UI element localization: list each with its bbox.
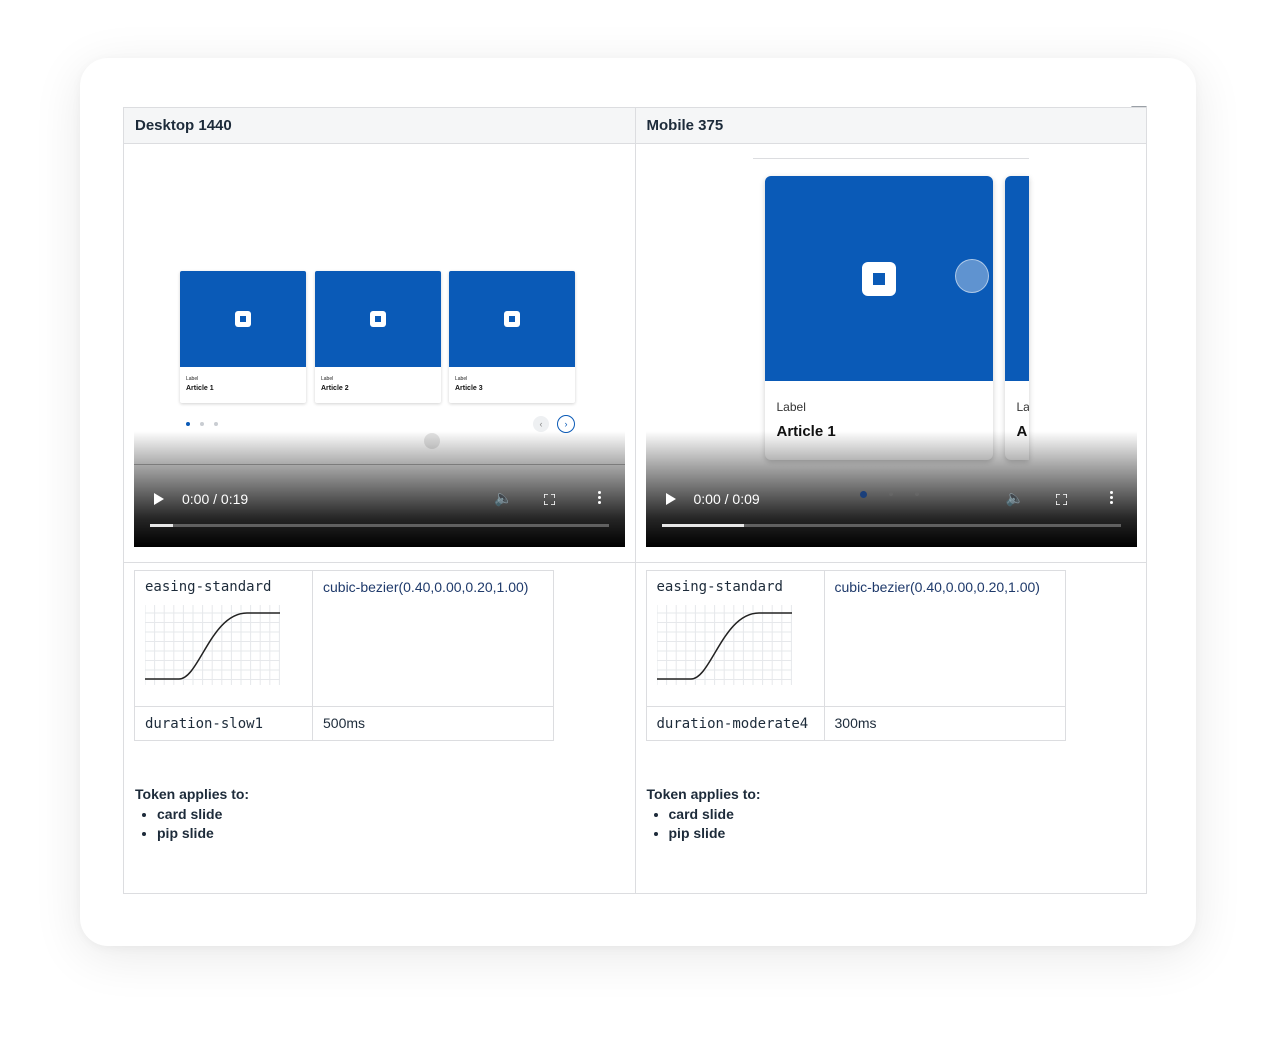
applies-heading: Token applies to: xyxy=(135,786,250,802)
card-title: Article 3 xyxy=(455,385,483,392)
list-item: pip slide xyxy=(157,825,222,841)
preview-card: Label Article 1 xyxy=(180,271,306,403)
easing-value-cell: cubic-bezier(0.40,0.00,0.20,1.00) xyxy=(823,570,1066,707)
brand-logo-icon xyxy=(861,261,896,296)
preview-card: Label Article 1 xyxy=(764,176,993,460)
desktop-tokens-cell: easing-standard cubic-bezier(0.40,0.00,0… xyxy=(123,562,636,894)
token-table: easing-standard cubic-bezier(0.40,0.00,0… xyxy=(134,570,554,741)
list-item: card slide xyxy=(669,806,734,822)
duration-token-value: 300ms xyxy=(834,714,877,731)
duration-value-cell: 500ms xyxy=(312,706,554,741)
duration-cell: duration-moderate4 xyxy=(645,706,825,741)
list-item: card slide xyxy=(157,806,222,822)
divider xyxy=(752,158,1029,159)
video-progress-bar[interactable] xyxy=(150,524,609,527)
easing-cell: easing-standard xyxy=(645,570,825,707)
card-image xyxy=(180,271,306,367)
prev-arrow-icon: ‹ xyxy=(533,416,549,432)
token-table: easing-standard cubic-bezier(0.40,0.00,0… xyxy=(645,570,1066,741)
applies-heading: Token applies to: xyxy=(646,786,761,802)
volume-icon[interactable]: 🔈 xyxy=(494,489,513,507)
mobile-video-cell: Label Article 1 La A 0:00 / 0:09 🔈 xyxy=(634,143,1147,563)
card-label: Label xyxy=(321,376,334,382)
duration-token-name: duration-slow1 xyxy=(145,715,264,732)
card-title: Article 2 xyxy=(321,385,349,392)
duration-token-value: 500ms xyxy=(323,714,366,731)
card-label: Label xyxy=(455,376,468,382)
video-controls-overlay xyxy=(645,431,1137,547)
preview-card: Label Article 3 xyxy=(449,271,575,403)
carousel-dots xyxy=(186,422,218,426)
brand-logo-icon xyxy=(235,311,251,327)
card-label: La xyxy=(1016,400,1029,414)
card-title: Article 1 xyxy=(186,385,214,392)
desktop-video-cell: Label Article 1 Label Article 2 Label Ar… xyxy=(123,143,636,563)
token-comparison-table: Desktop 1440 Mobile 375 Label Article 1 … xyxy=(123,107,1147,894)
video-controls-overlay xyxy=(134,431,625,547)
easing-curve-graph xyxy=(145,605,280,685)
video-time: 0:00 / 0:09 xyxy=(693,491,760,507)
progress-fill xyxy=(661,524,745,527)
video-time: 0:00 / 0:19 xyxy=(182,491,249,507)
card-image xyxy=(449,271,575,367)
desktop-video-player[interactable]: Label Article 1 Label Article 2 Label Ar… xyxy=(134,151,625,547)
mobile-tokens-cell: easing-standard cubic-bezier(0.40,0.00,0… xyxy=(634,562,1147,894)
preview-card-partial: La A xyxy=(1004,176,1029,460)
fullscreen-icon[interactable] xyxy=(1055,494,1067,505)
easing-token-value: cubic-bezier(0.40,0.00,0.20,1.00) xyxy=(323,579,529,595)
play-icon[interactable] xyxy=(154,493,164,505)
volume-icon[interactable]: 🔈 xyxy=(1006,489,1025,507)
brand-logo-icon xyxy=(370,311,386,327)
easing-token-name: easing-standard xyxy=(145,579,272,595)
duration-cell: duration-slow1 xyxy=(134,706,313,741)
easing-curve-graph xyxy=(656,605,792,685)
preview-card: Label Article 2 xyxy=(315,271,441,403)
play-icon[interactable] xyxy=(665,493,676,505)
applies-list: card slide pip slide xyxy=(135,806,222,844)
brand-logo-icon xyxy=(504,311,520,327)
column-header-mobile: Mobile 375 xyxy=(634,107,1147,144)
column-header-desktop: Desktop 1440 xyxy=(123,107,636,144)
carousel-dots xyxy=(859,491,919,498)
duration-value-cell: 300ms xyxy=(823,706,1066,741)
fullscreen-icon[interactable] xyxy=(544,494,555,505)
card-image xyxy=(1004,176,1029,381)
easing-cell: easing-standard xyxy=(134,570,313,707)
card-label: Label xyxy=(186,376,199,382)
card-image xyxy=(315,271,441,367)
easing-token-name: easing-standard xyxy=(656,579,783,595)
duration-token-name: duration-moderate4 xyxy=(656,715,809,732)
touch-indicator xyxy=(954,259,989,293)
mobile-video-player[interactable]: Label Article 1 La A 0:00 / 0:09 🔈 xyxy=(645,151,1137,547)
card-image xyxy=(764,176,993,381)
more-options-icon[interactable] xyxy=(1109,491,1114,506)
card-label: Label xyxy=(776,400,806,414)
easing-value-cell: cubic-bezier(0.40,0.00,0.20,1.00) xyxy=(312,570,554,707)
applies-list: card slide pip slide xyxy=(647,806,734,844)
video-progress-bar[interactable] xyxy=(661,524,1121,527)
more-options-icon[interactable] xyxy=(598,491,602,506)
easing-token-value: cubic-bezier(0.40,0.00,0.20,1.00) xyxy=(834,579,1040,595)
list-item: pip slide xyxy=(669,825,734,841)
progress-fill xyxy=(150,524,173,527)
